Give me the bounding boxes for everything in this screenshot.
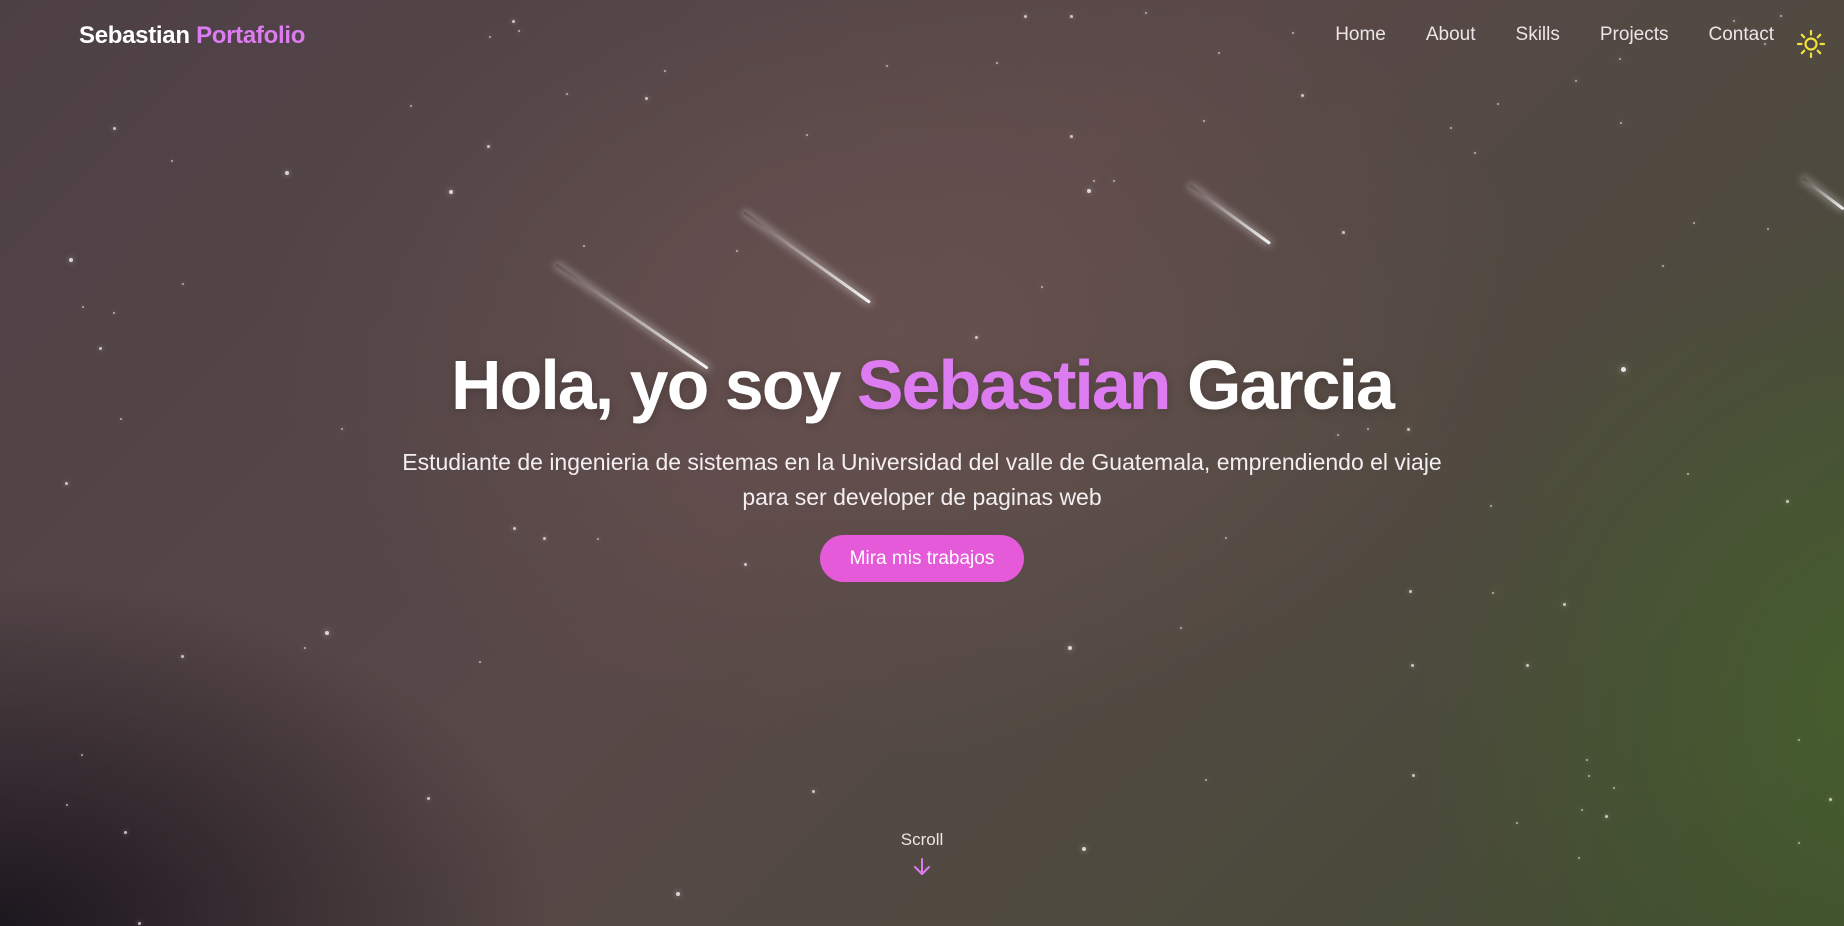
hero-title-surname: Garcia <box>1187 346 1395 424</box>
nav-link-skills[interactable]: Skills <box>1516 24 1560 46</box>
star <box>1412 774 1415 777</box>
star <box>1497 103 1499 105</box>
hero-title-name: Sebastian <box>856 346 1172 424</box>
star <box>566 93 568 95</box>
star <box>812 790 815 793</box>
brand-name: Sebastian <box>79 22 190 49</box>
star <box>285 171 289 175</box>
star <box>1492 592 1494 594</box>
star <box>113 312 115 314</box>
star <box>1068 646 1072 650</box>
star <box>1767 228 1769 230</box>
sun-icon <box>1796 29 1826 59</box>
shooting-star <box>1802 177 1844 211</box>
star <box>1516 822 1518 824</box>
hero-title: Hola, yo soy Sebastian Garcia <box>0 345 1844 425</box>
star <box>427 797 430 800</box>
star <box>1180 627 1182 629</box>
star <box>113 127 116 130</box>
star <box>1613 787 1615 789</box>
star <box>81 754 83 756</box>
nav-links: Home About Skills Projects Contact <box>1335 24 1774 46</box>
star <box>645 97 648 100</box>
nav-link-home[interactable]: Home <box>1335 24 1386 46</box>
scroll-indicator[interactable]: Scroll <box>0 830 1844 878</box>
shooting-star <box>743 211 871 304</box>
star <box>82 306 84 308</box>
star <box>1575 80 1577 82</box>
star <box>1526 664 1529 667</box>
star <box>487 145 490 148</box>
page: Sebastian Portafolio Home About Skills P… <box>0 0 1844 926</box>
star <box>1829 798 1832 801</box>
star <box>1041 286 1043 288</box>
view-work-button[interactable]: Mira mis trabajos <box>819 535 1025 582</box>
brand-accent: Portafolio <box>196 22 306 49</box>
star <box>181 655 184 658</box>
hero-section: Hola, yo soy Sebastian Garcia Estudiante… <box>0 345 1844 582</box>
star <box>449 190 453 194</box>
star <box>806 134 808 136</box>
star <box>171 160 173 162</box>
star <box>1203 120 1205 122</box>
star <box>1411 664 1414 667</box>
star <box>1586 759 1588 761</box>
star <box>1087 189 1091 193</box>
star <box>1070 135 1073 138</box>
star <box>1693 222 1695 224</box>
nav-link-projects[interactable]: Projects <box>1600 24 1669 46</box>
navbar: Sebastian Portafolio Home About Skills P… <box>0 0 1844 76</box>
star <box>975 336 978 339</box>
nav-link-contact[interactable]: Contact <box>1709 24 1774 46</box>
star <box>325 631 329 635</box>
star <box>1798 739 1800 741</box>
star <box>182 283 184 285</box>
star <box>1409 590 1412 593</box>
star <box>736 250 738 252</box>
star <box>1581 809 1583 811</box>
star <box>479 661 481 663</box>
star <box>1605 815 1608 818</box>
star <box>1474 152 1476 154</box>
star <box>304 647 306 649</box>
star <box>66 804 68 806</box>
star <box>1662 265 1664 267</box>
star <box>69 258 73 262</box>
star <box>1301 94 1304 97</box>
star <box>1093 180 1095 182</box>
star <box>410 105 412 107</box>
scroll-label: Scroll <box>900 830 944 849</box>
star <box>676 892 680 896</box>
star <box>1113 180 1115 182</box>
theme-toggle-button[interactable] <box>1796 29 1826 59</box>
star <box>583 245 585 247</box>
shooting-star <box>1189 184 1271 245</box>
star <box>1588 775 1590 777</box>
brand-logo[interactable]: Sebastian Portafolio <box>79 22 305 50</box>
arrow-down-icon <box>914 858 930 875</box>
star <box>1563 603 1566 606</box>
hero-subtitle: Estudiante de ingenieria de sistemas en … <box>402 449 1442 510</box>
star <box>1620 122 1622 124</box>
star <box>138 922 141 925</box>
nav-link-about[interactable]: About <box>1426 24 1476 46</box>
star <box>1342 231 1345 234</box>
star <box>1205 779 1207 781</box>
hero-title-prefix: Hola, yo soy <box>451 346 841 424</box>
star <box>1450 127 1452 129</box>
